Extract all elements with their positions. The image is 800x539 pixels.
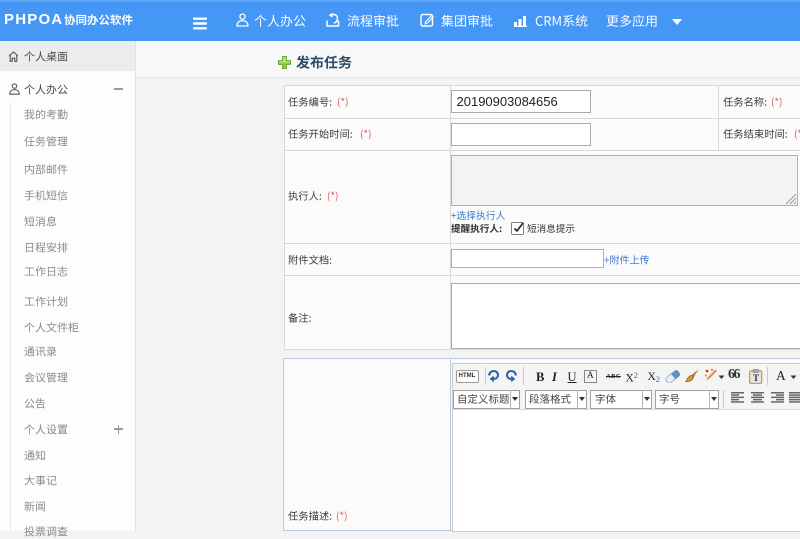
svg-text:T: T — [752, 374, 759, 384]
